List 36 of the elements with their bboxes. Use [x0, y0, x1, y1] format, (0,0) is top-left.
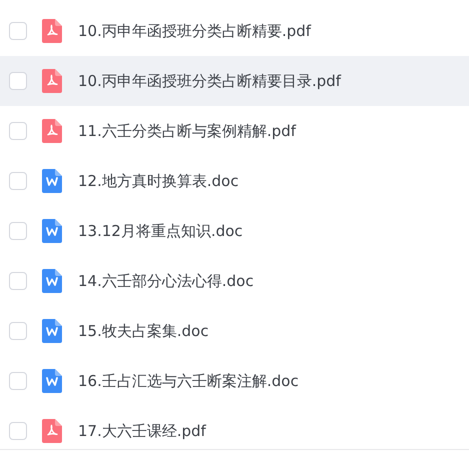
pdf-file-icon — [42, 69, 62, 93]
file-row[interactable]: 10.丙申年函授班分类占断精要.pdf — [0, 6, 469, 56]
file-name[interactable]: 10.丙申年函授班分类占断精要.pdf — [78, 22, 311, 40]
checkbox[interactable] — [9, 322, 27, 340]
file-row[interactable]: 12.地方真时换算表.doc — [0, 156, 469, 206]
checkbox[interactable] — [9, 272, 27, 290]
file-row[interactable]: 17.大六壬课经.pdf — [0, 406, 469, 456]
checkbox[interactable] — [9, 222, 27, 240]
checkbox[interactable] — [9, 172, 27, 190]
checkbox[interactable] — [9, 422, 27, 440]
word-file-icon — [42, 369, 62, 393]
pdf-file-icon — [42, 119, 62, 143]
file-row[interactable]: 16.壬占汇选与六壬断案注解.doc — [0, 356, 469, 406]
checkbox[interactable] — [9, 72, 27, 90]
file-row[interactable]: 13.12月将重点知识.doc — [0, 206, 469, 256]
file-name[interactable]: 14.六壬部分心法心得.doc — [78, 272, 254, 290]
word-file-icon — [42, 219, 62, 243]
file-name[interactable]: 13.12月将重点知识.doc — [78, 222, 243, 240]
checkbox[interactable] — [9, 372, 27, 390]
word-file-icon — [42, 319, 62, 343]
file-row[interactable]: 10.丙申年函授班分类占断精要目录.pdf — [0, 56, 469, 106]
checkbox[interactable] — [9, 122, 27, 140]
file-row[interactable]: 14.六壬部分心法心得.doc — [0, 256, 469, 306]
word-file-icon — [42, 169, 62, 193]
file-row[interactable]: 11.六壬分类占断与案例精解.pdf — [0, 106, 469, 156]
file-name[interactable]: 15.牧夫占案集.doc — [78, 322, 209, 340]
file-row[interactable]: 15.牧夫占案集.doc — [0, 306, 469, 356]
file-name[interactable]: 17.大六壬课经.pdf — [78, 422, 206, 440]
file-name[interactable]: 10.丙申年函授班分类占断精要目录.pdf — [78, 72, 341, 90]
pdf-file-icon — [42, 419, 62, 443]
checkbox[interactable] — [9, 22, 27, 40]
pdf-file-icon — [42, 19, 62, 43]
word-file-icon — [42, 269, 62, 293]
file-name[interactable]: 12.地方真时换算表.doc — [78, 172, 239, 190]
file-name[interactable]: 11.六壬分类占断与案例精解.pdf — [78, 122, 296, 140]
file-name[interactable]: 16.壬占汇选与六壬断案注解.doc — [78, 372, 299, 390]
